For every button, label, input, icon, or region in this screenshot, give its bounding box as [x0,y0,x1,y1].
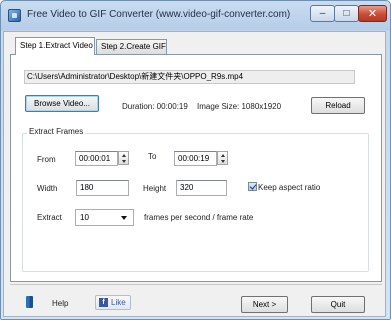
frame-rate-value: 10 [80,213,89,222]
keep-aspect-checkbox[interactable] [248,182,257,191]
minimize-button[interactable]: – [310,5,335,22]
spin-up-icon[interactable] [122,154,126,157]
to-time-spinner[interactable] [217,151,228,165]
app-icon [8,9,21,22]
height-input[interactable]: 320 [176,180,227,196]
help-book-icon[interactable] [26,296,33,308]
duration-text: Duration: 00:00:19 [122,102,188,111]
browse-video-button[interactable]: Browse Video... [25,95,99,112]
title-bar[interactable]: Free Video to GIF Converter (www.video-g… [1,1,390,30]
width-input[interactable]: 180 [76,180,129,196]
extract-label: Extract [37,213,62,222]
help-link[interactable]: Help [52,299,68,308]
reload-button[interactable]: Reload [311,97,365,114]
tab-extract-video[interactable]: Step 1.Extract Video [15,37,95,55]
chevron-down-icon[interactable] [121,216,127,220]
minimize-icon: – [319,7,326,19]
next-button[interactable]: Next > [241,296,288,313]
maximize-button[interactable]: □ [334,5,359,22]
to-label: To [148,152,157,161]
height-label: Height [143,184,167,193]
from-label: From [37,155,56,164]
maximize-icon: □ [343,7,350,19]
video-path-field: C:\Users\Administrator\Desktop\新建文件夹\OPP… [24,70,355,84]
width-label: Width [37,184,58,193]
facebook-like-button[interactable]: f Like [95,295,131,310]
facebook-icon: f [99,298,108,307]
fps-label: frames per second / frame rate [144,213,254,222]
window-title: Free Video to GIF Converter (www.video-g… [27,9,291,20]
from-time-input[interactable]: 00:00:01 [75,151,118,166]
frame-rate-select[interactable]: 10 [75,209,134,226]
extract-frames-label: Extract Frames [27,127,86,136]
close-icon: ✕ [367,7,378,20]
footer-divider [10,284,382,285]
tab-create-gif[interactable]: Step 2.Create GIF [96,39,167,54]
spin-down-icon[interactable] [221,160,225,163]
like-label: Like [111,298,126,307]
spin-down-icon[interactable] [122,160,126,163]
from-time-spinner[interactable] [118,151,129,165]
image-size-text: Image Size: 1080x1920 [197,102,282,111]
close-button[interactable]: ✕ [358,5,387,22]
spin-up-icon[interactable] [221,154,225,157]
quit-button[interactable]: Quit [311,296,365,313]
keep-aspect-label[interactable]: Keep aspect ratio [258,183,320,192]
to-time-input[interactable]: 00:00:19 [174,151,217,166]
